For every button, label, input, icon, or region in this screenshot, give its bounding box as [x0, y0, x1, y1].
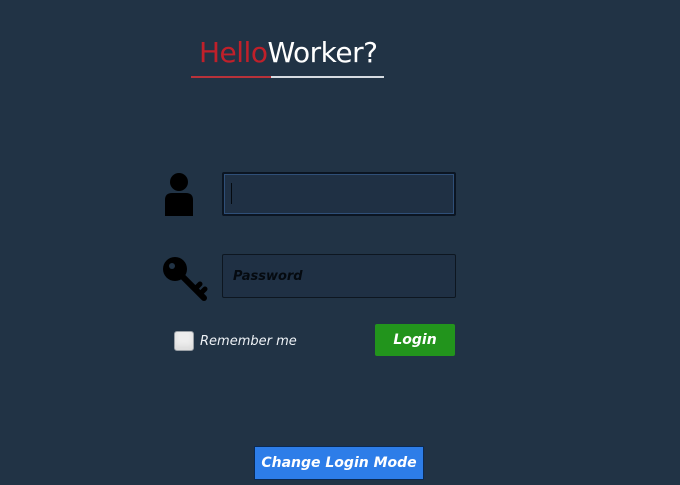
username-input[interactable] — [222, 172, 456, 216]
password-input[interactable] — [222, 254, 456, 298]
logo-part-hello: Hello — [199, 36, 268, 69]
user-icon — [165, 173, 193, 216]
logo: HelloWorker? — [199, 36, 378, 70]
remember-me-checkbox[interactable] — [174, 331, 194, 351]
logo-part-worker: Worker? — [267, 36, 378, 69]
change-login-mode-button[interactable]: Change Login Mode — [254, 446, 424, 480]
logo-underline-accent — [191, 76, 271, 78]
logo-underline — [271, 76, 384, 78]
remember-me[interactable]: Remember me — [174, 330, 297, 352]
text-caret — [231, 183, 232, 204]
login-button[interactable]: Login — [375, 324, 455, 356]
remember-me-label: Remember me — [200, 333, 297, 349]
key-icon — [163, 257, 208, 301]
login-screen: HelloWorker? Remember me Login Change Lo… — [0, 0, 680, 485]
